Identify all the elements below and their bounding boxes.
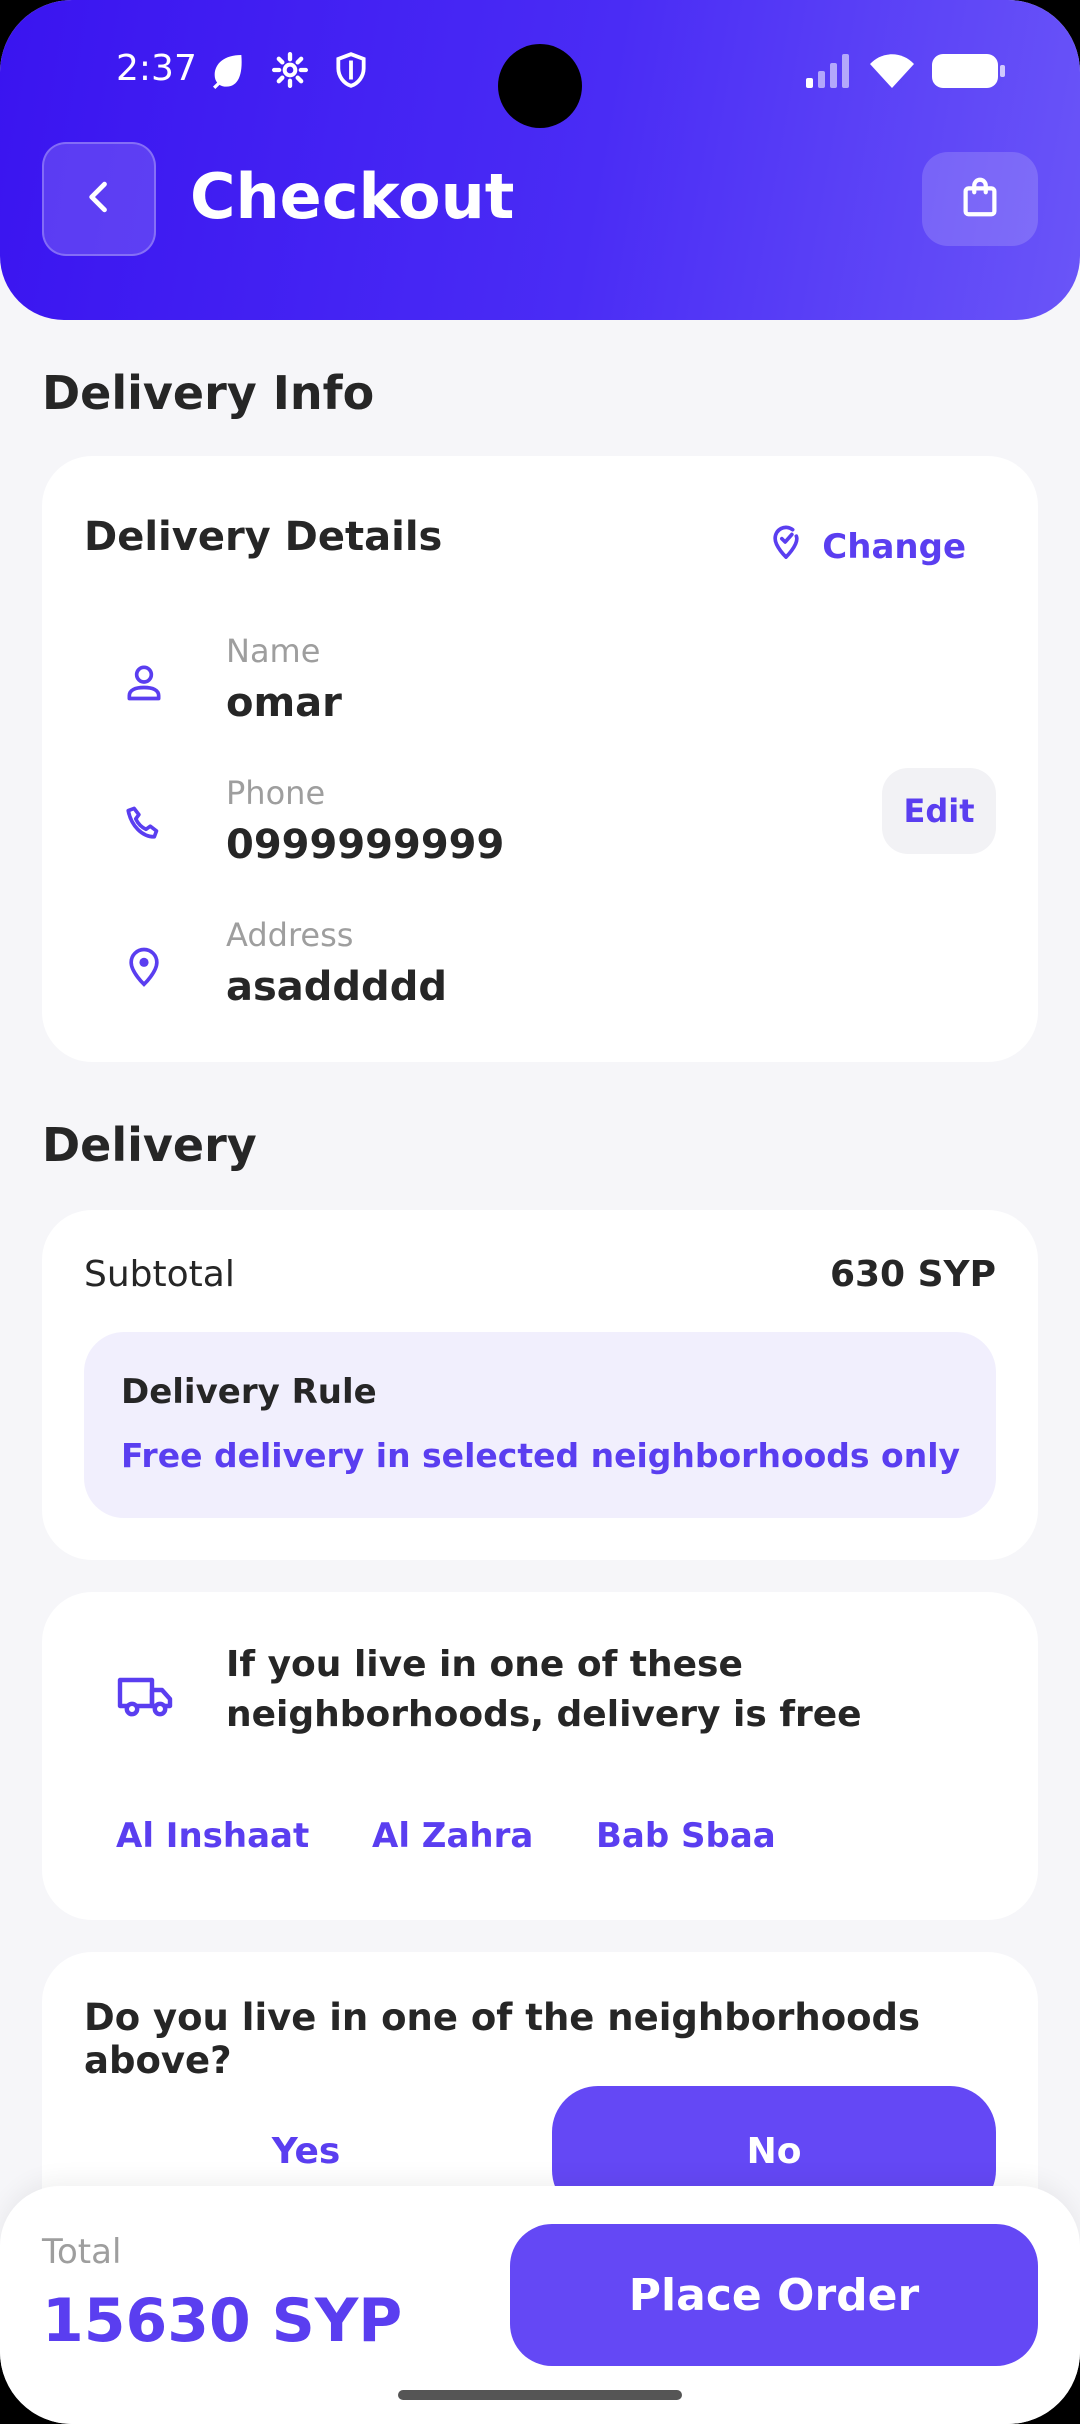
name-value: omar [226, 680, 342, 726]
status-icons-left [208, 50, 370, 94]
delivery-rule-text: Free delivery in selected neighborhoods … [121, 1436, 961, 1475]
gear-icon [270, 50, 310, 94]
place-order-button[interactable]: Place Order [510, 2224, 1038, 2366]
address-label: Address [226, 916, 354, 954]
change-label: Change [822, 526, 966, 567]
total-value: 15630 SYP [42, 2286, 403, 2356]
person-icon [114, 652, 174, 712]
checkout-footer: Total 15630 SYP Place Order [0, 2186, 1080, 2424]
delivery-rule-title: Delivery Rule [121, 1372, 377, 1412]
delivery-details-title: Delivery Details [84, 514, 443, 560]
battery-icon [932, 54, 1006, 92]
phone-value: 0999999999 [226, 822, 505, 868]
leaf-icon [208, 50, 248, 94]
neighborhood-chip[interactable]: Al Inshaat [116, 1816, 309, 1856]
neighborhood-question: Do you live in one of the neighborhoods … [84, 1996, 921, 2082]
neighborhoods-info-text: If you live in one of these neighborhood… [226, 1644, 862, 1735]
truck-icon [114, 1664, 178, 1728]
header: 2:37 Checkout [0, 0, 1080, 320]
subtotal-value: 630 SYP [829, 1254, 996, 1295]
delivery-summary-card: Subtotal 630 SYP Delivery Rule Free deli… [42, 1210, 1038, 1560]
location-check-icon [766, 522, 806, 571]
edit-button[interactable]: Edit [882, 768, 996, 854]
location-pin-icon [114, 936, 174, 996]
name-label: Name [226, 632, 321, 670]
home-indicator[interactable] [398, 2390, 682, 2400]
neighborhoods-card: If you live in one of these neighborhood… [42, 1592, 1038, 1920]
cart-button[interactable] [922, 152, 1038, 246]
address-value: asaddddd [226, 964, 447, 1010]
neighborhood-chip[interactable]: Al Zahra [372, 1816, 533, 1856]
shopping-bag-icon [957, 174, 1003, 224]
page-title: Checkout [190, 160, 515, 233]
delivery-details-card: Delivery Details Change Name omar Phone … [42, 456, 1038, 1062]
front-camera [498, 44, 582, 128]
wifi-icon [870, 54, 914, 92]
shield-icon [332, 51, 370, 93]
checkout-screen: 2:37 Checkout Delivery Info Delivery Det… [0, 0, 1080, 2424]
delivery-info-heading: Delivery Info [42, 366, 375, 420]
status-icons-right [806, 54, 1006, 92]
status-time: 2:37 [116, 48, 197, 89]
chevron-left-icon [77, 175, 121, 223]
signal-icon [806, 54, 852, 92]
delivery-rule-box: Delivery Rule Free delivery in selected … [84, 1332, 996, 1518]
delivery-heading: Delivery [42, 1118, 257, 1172]
subtotal-label: Subtotal [84, 1254, 235, 1295]
phone-label: Phone [226, 774, 326, 812]
change-button[interactable]: Change [766, 522, 966, 571]
back-button[interactable] [42, 142, 156, 256]
total-label: Total [42, 2232, 122, 2272]
neighborhood-chip[interactable]: Bab Sbaa [596, 1816, 776, 1856]
phone-icon [114, 794, 174, 854]
